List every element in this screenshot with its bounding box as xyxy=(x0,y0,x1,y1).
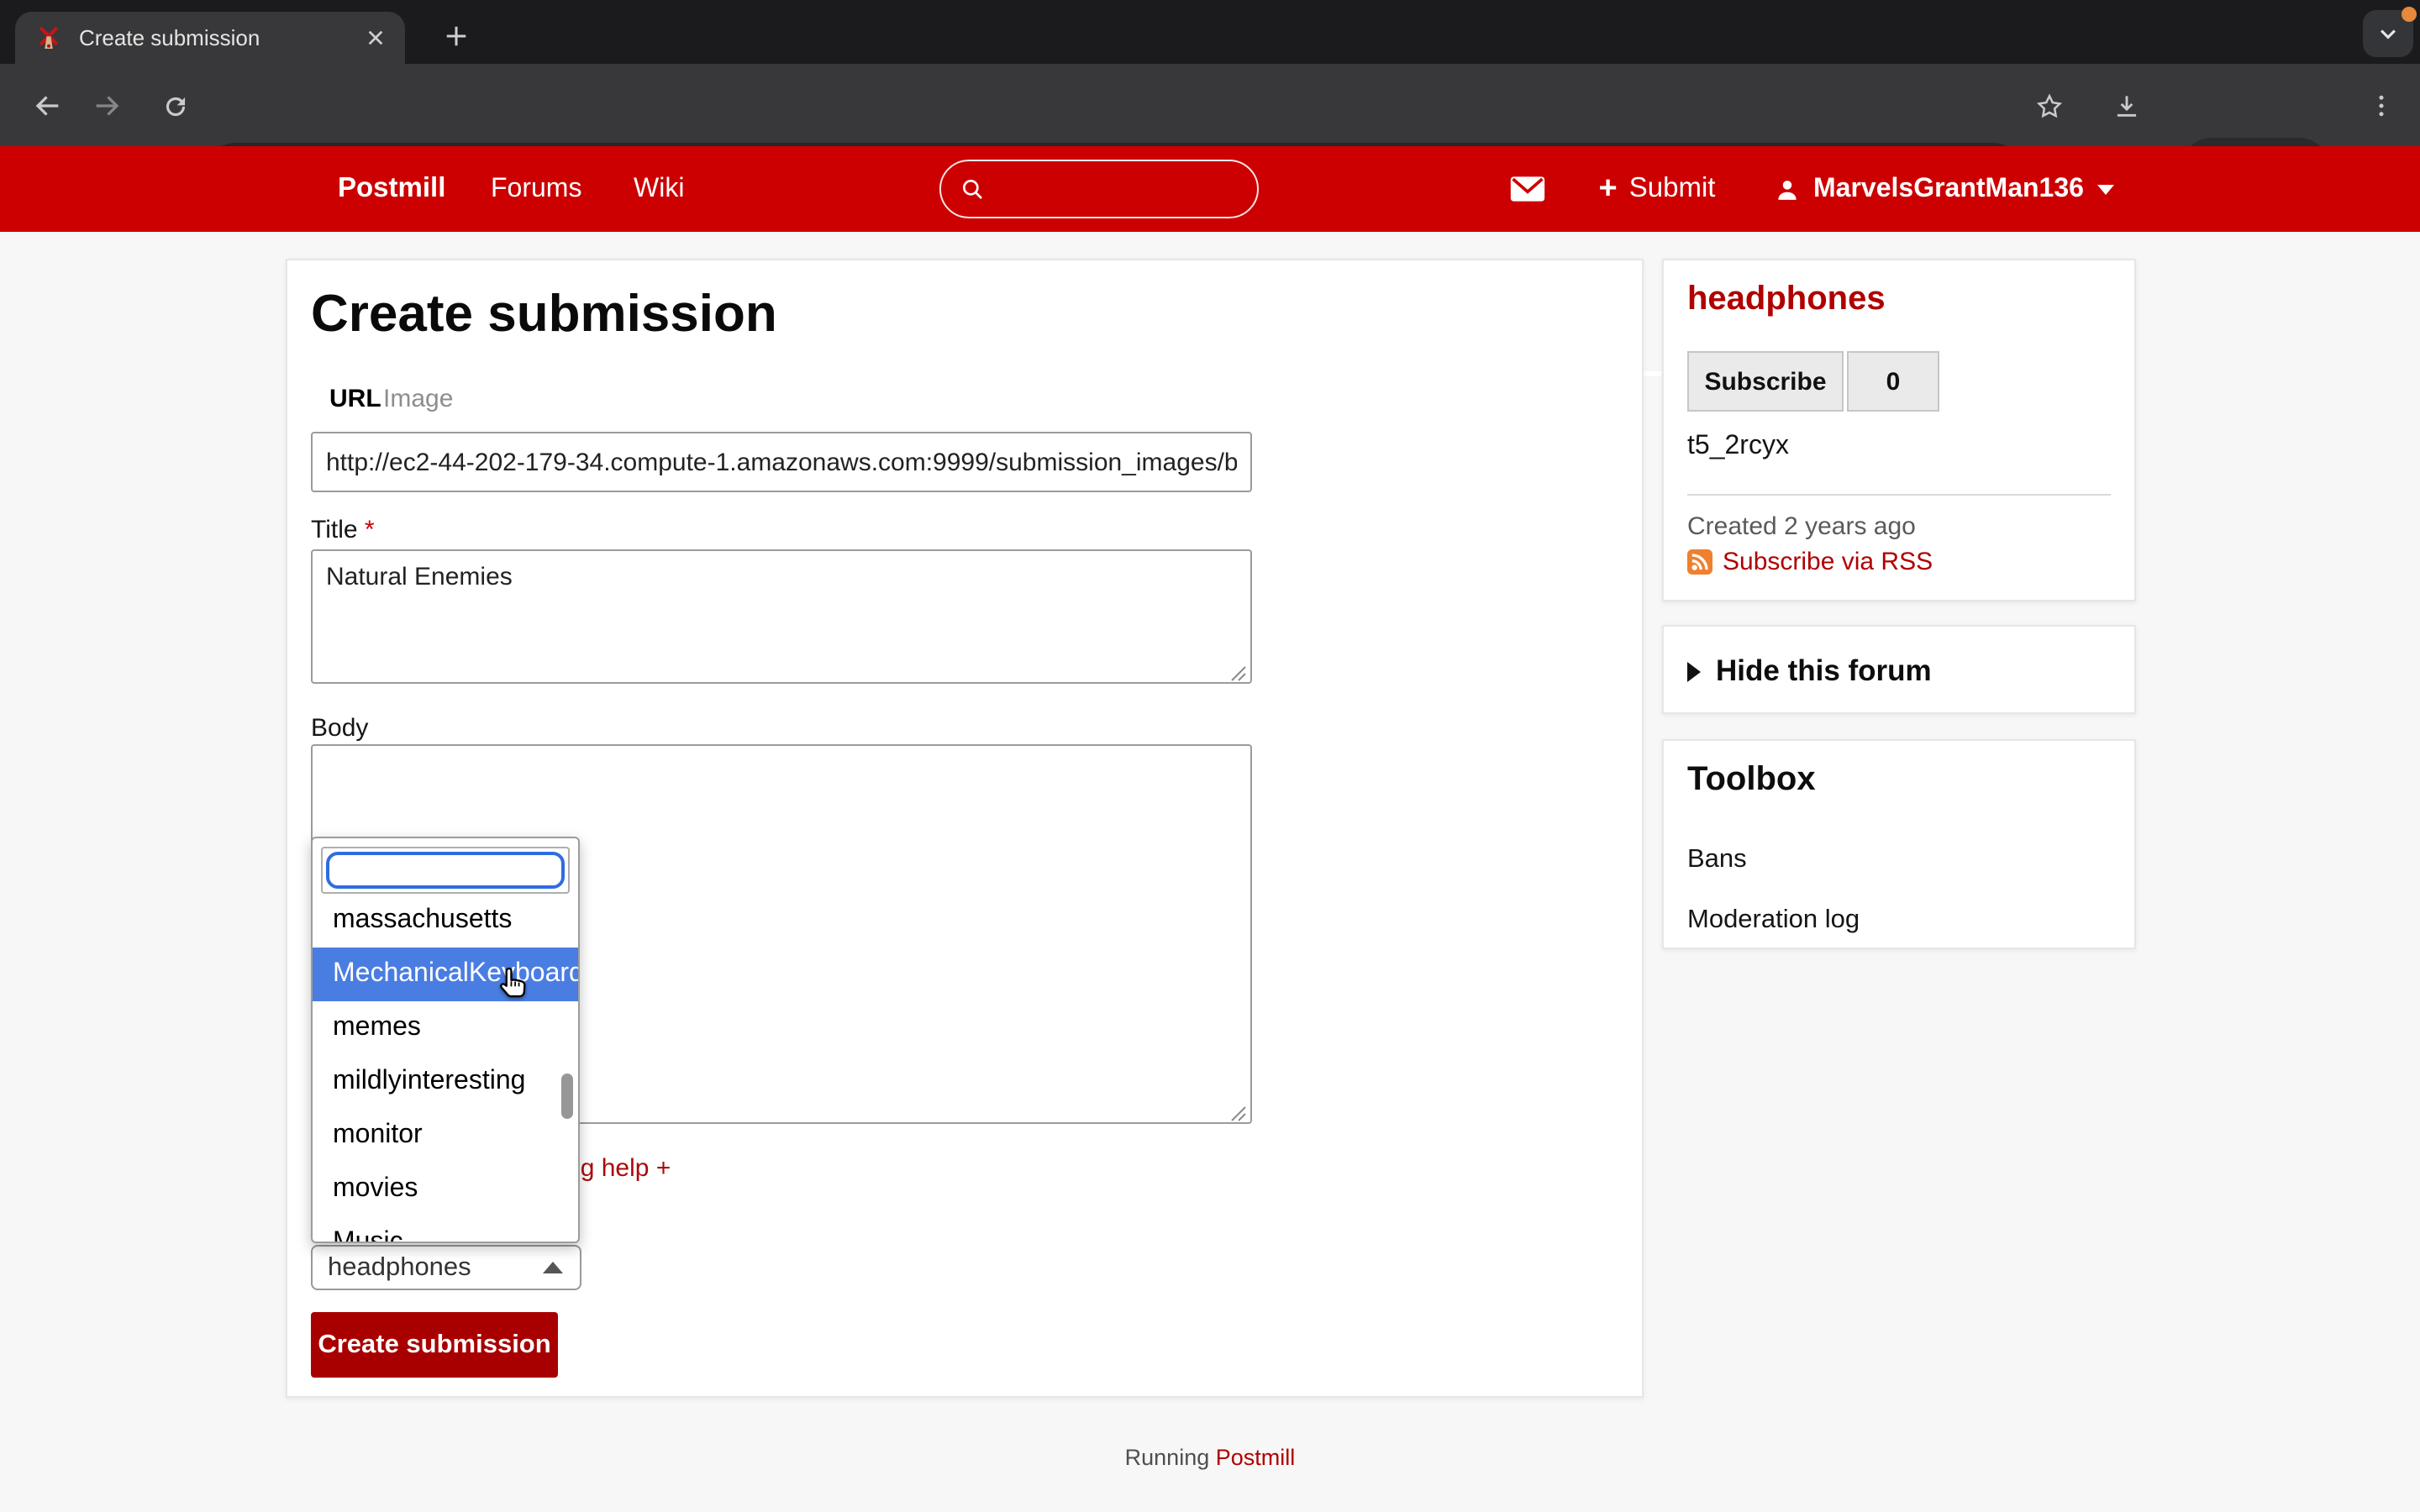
toolbox-title: Toolbox xyxy=(1687,761,1816,800)
tab-image[interactable]: Image xyxy=(383,385,453,413)
envelope-icon xyxy=(1509,175,1546,203)
body-label: Body xyxy=(311,714,368,743)
rss-row: Subscribe via RSS xyxy=(1687,548,1933,576)
chevron-up-icon xyxy=(543,1262,563,1273)
footer-running-text: Running xyxy=(1125,1445,1210,1470)
required-asterisk: * xyxy=(365,516,375,544)
chevron-down-icon xyxy=(2097,184,2114,194)
back-button[interactable] xyxy=(27,86,67,126)
forum-select[interactable]: headphones xyxy=(311,1245,581,1290)
subscribe-button[interactable]: Subscribe xyxy=(1687,351,1844,412)
bookmark-star-icon[interactable] xyxy=(2028,86,2069,126)
hide-forum-label: Hide this forum xyxy=(1716,654,1932,689)
browser-toolbar: Not Secure ec2-44-202-179-34.compute-1.a… xyxy=(0,64,2420,146)
browser-tab[interactable]: Create submission xyxy=(15,12,405,64)
scrollbar-thumb[interactable] xyxy=(561,1074,573,1119)
triangle-right-icon xyxy=(1687,661,1701,681)
tab-title: Create submission xyxy=(79,25,345,50)
forum-info-card: headphones Subscribe 0 t5_2rcyx Created … xyxy=(1662,259,2136,601)
title-label: Title * xyxy=(311,516,375,544)
forum-option[interactable]: memes xyxy=(313,1001,578,1055)
hide-forum-card: Hide this forum xyxy=(1662,625,2136,714)
user-menu[interactable]: MarvelsGrantMan136 xyxy=(1775,146,2114,232)
rss-icon xyxy=(1687,549,1712,575)
search-icon xyxy=(960,176,986,202)
title-textarea[interactable]: Natural Enemies xyxy=(311,549,1252,684)
browser-window: Create submission xyxy=(0,0,2420,1512)
hide-forum-toggle[interactable]: Hide this forum xyxy=(1687,627,1932,716)
footer-postmill-link[interactable]: Postmill xyxy=(1216,1445,1296,1470)
subscriber-count: 0 xyxy=(1847,351,1939,412)
forum-picker-dropdown: massachusetts MechanicalKeyboards memes … xyxy=(311,837,580,1243)
forum-id: t5_2rcyx xyxy=(1687,432,1789,462)
page-footer: Running Postmill xyxy=(0,1445,2420,1470)
username: MarvelsGrantMan136 xyxy=(1813,174,2084,204)
tab-strip: Create submission xyxy=(0,0,2420,64)
messages-button[interactable] xyxy=(1509,146,1546,232)
rss-subscribe-link[interactable]: Subscribe via RSS xyxy=(1723,548,1933,576)
plus-icon: + xyxy=(1599,173,1618,205)
site-header: Postmill Forums Wiki + Submit Marv xyxy=(0,146,2420,232)
forum-option[interactable]: mildlyinteresting xyxy=(313,1055,578,1109)
url-input[interactable] xyxy=(311,432,1252,492)
nav-submit[interactable]: + Submit xyxy=(1573,146,1741,232)
forum-name[interactable]: headphones xyxy=(1687,281,1886,319)
forum-option-highlighted[interactable]: MechanicalKeyboards xyxy=(313,948,578,1001)
submit-label: Submit xyxy=(1629,173,1716,205)
new-tab-button[interactable] xyxy=(437,17,474,54)
person-icon xyxy=(1775,176,1800,202)
toolbox-link-bans[interactable]: Bans xyxy=(1687,845,1747,875)
forum-option[interactable]: massachusetts xyxy=(313,894,578,948)
toolbox-card: Toolbox Bans Moderation log xyxy=(1662,739,2136,949)
mouse-cursor-icon xyxy=(491,964,533,1006)
toolbox-link-moderation-log[interactable]: Moderation log xyxy=(1687,906,1860,936)
forum-option[interactable]: Music xyxy=(313,1216,578,1243)
create-submission-button[interactable]: Create submission xyxy=(311,1312,558,1378)
forum-option[interactable]: monitor xyxy=(313,1109,578,1163)
forum-select-value: headphones xyxy=(328,1252,543,1283)
forward-button[interactable] xyxy=(87,86,128,126)
reload-button[interactable] xyxy=(155,86,195,126)
nav-wiki[interactable]: Wiki xyxy=(634,146,684,232)
forum-created-text: Created 2 years ago xyxy=(1687,512,1916,541)
download-icon[interactable] xyxy=(2106,86,2146,126)
header-search-input[interactable] xyxy=(939,160,1259,218)
page-title: Create submission xyxy=(311,284,777,344)
tab-search-button[interactable] xyxy=(2363,10,2413,57)
update-notification-dot xyxy=(2402,7,2417,22)
forum-picker-search-wrap xyxy=(321,847,570,894)
divider xyxy=(1687,494,2111,496)
tab-url[interactable]: URL xyxy=(329,385,381,413)
browser-menu-icon[interactable] xyxy=(2361,86,2402,126)
nav-forums[interactable]: Forums xyxy=(491,146,581,232)
forum-picker-search-input[interactable] xyxy=(326,852,565,889)
postmill-favicon-icon xyxy=(35,24,62,51)
brand-link[interactable]: Postmill xyxy=(338,146,445,232)
forum-option[interactable]: movies xyxy=(313,1163,578,1216)
forum-picker-list: massachusetts MechanicalKeyboards memes … xyxy=(313,894,578,1243)
tab-close-icon[interactable] xyxy=(361,24,388,51)
